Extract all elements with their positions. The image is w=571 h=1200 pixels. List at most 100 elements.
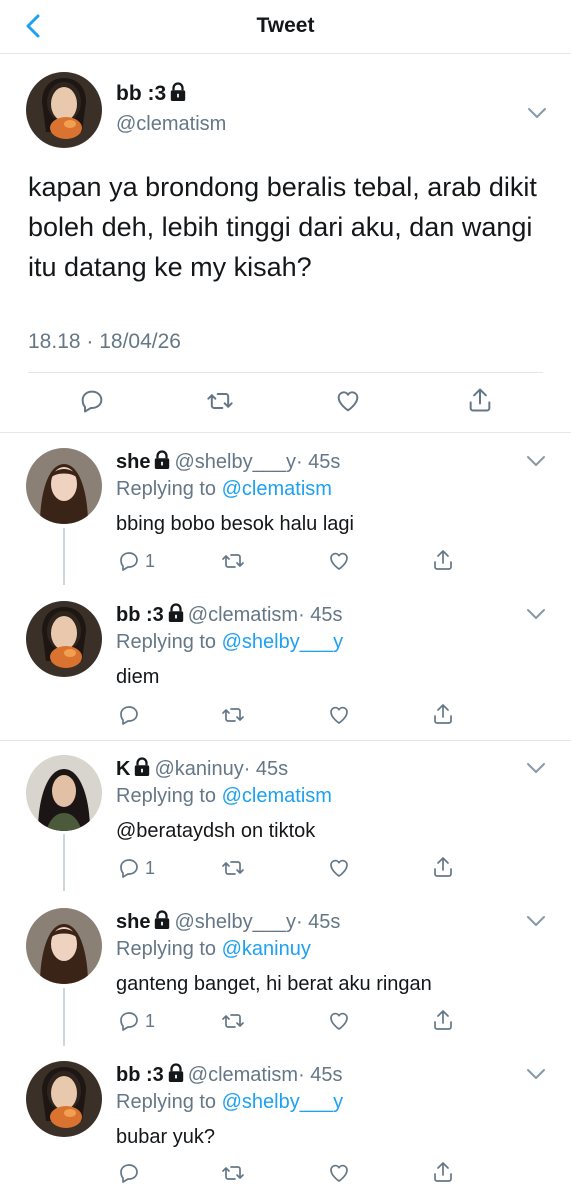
reply-button[interactable]: 1	[117, 856, 155, 880]
reply-tweet[interactable]: bb :3 @clematism· 45s Replying to @shelby…	[0, 1047, 571, 1200]
mention-link[interactable]: @clematism	[222, 785, 332, 807]
chevron-down-icon[interactable]	[526, 454, 546, 468]
like-button[interactable]	[326, 703, 352, 727]
retweet-button[interactable]	[219, 703, 247, 727]
avatar[interactable]	[26, 1061, 102, 1137]
reply-button[interactable]: 1	[117, 1009, 155, 1033]
tweet-text: diem	[116, 666, 160, 688]
tweet-timestamp[interactable]: 18.18 · 18/04/26	[28, 330, 181, 354]
retweet-icon	[219, 1161, 247, 1185]
retweet-icon	[219, 1009, 247, 1033]
chevron-down-icon[interactable]	[526, 1067, 546, 1081]
tweet-text: bbing bobo besok halu lagi	[116, 513, 354, 535]
reply-icon	[117, 1161, 141, 1185]
share-icon	[466, 386, 494, 414]
author-handle[interactable]: @clematism	[116, 113, 226, 136]
retweet-button[interactable]	[219, 549, 247, 573]
reply-button[interactable]	[117, 1161, 145, 1185]
reply-button[interactable]	[117, 703, 145, 727]
author-name[interactable]: bb :3	[116, 82, 190, 106]
reply-tweet[interactable]: she @shelby___y· 45s Replying to @clemati…	[0, 434, 571, 587]
reply-icon	[78, 387, 106, 415]
retweet-icon	[219, 549, 247, 573]
author-display-name[interactable]: bb :3	[116, 604, 164, 626]
avatar[interactable]	[26, 601, 102, 677]
avatar[interactable]	[26, 755, 102, 831]
author-handle[interactable]: @clematism	[188, 1064, 298, 1086]
mention-link[interactable]: @shelby___y	[222, 631, 343, 653]
retweet-button[interactable]	[219, 856, 247, 880]
tweet-text: bubar yuk?	[116, 1126, 215, 1148]
author-handle[interactable]: @clematism	[188, 604, 298, 626]
reply-header: she @shelby___y· 45s	[116, 450, 340, 474]
avatar[interactable]	[26, 72, 102, 148]
author-display-name[interactable]: bb :3	[116, 1064, 164, 1086]
share-button[interactable]	[431, 548, 455, 572]
reply-icon	[117, 549, 141, 573]
like-button[interactable]	[333, 387, 363, 415]
reply-tweet[interactable]: bb :3 @clematism· 45s Replying to @shelby…	[0, 587, 571, 739]
divider	[28, 372, 543, 373]
author-display-name[interactable]: bb :3	[116, 82, 166, 105]
lock-icon	[169, 82, 187, 102]
author-handle[interactable]: @shelby___y	[174, 911, 295, 933]
reply-button[interactable]	[78, 387, 106, 415]
reply-icon	[117, 856, 141, 880]
chevron-down-icon[interactable]	[526, 607, 546, 621]
replying-to: Replying to @clematism	[116, 478, 332, 501]
reply-button[interactable]: 1	[117, 549, 155, 573]
like-icon	[326, 1009, 352, 1033]
author-display-name[interactable]: she	[116, 451, 150, 473]
like-button[interactable]	[326, 1161, 352, 1185]
tweet-text: @berataydsh on tiktok	[116, 820, 316, 842]
reply-count: 1	[145, 1010, 156, 1031]
reply-header: she @shelby___y· 45s	[116, 910, 340, 934]
share-button[interactable]	[466, 386, 494, 414]
tweet-time: · 45s	[295, 451, 341, 473]
share-button[interactable]	[431, 855, 455, 879]
like-button[interactable]	[326, 549, 352, 573]
replying-label: Replying to	[116, 478, 217, 500]
reply-tweet[interactable]: she @shelby___y· 45s Replying to @kaninuy…	[0, 894, 571, 1047]
author-display-name[interactable]: K	[116, 758, 130, 780]
like-icon	[326, 1161, 352, 1185]
author-handle[interactable]: @shelby___y	[174, 451, 295, 473]
chevron-down-icon[interactable]	[527, 106, 547, 120]
reply-icon	[117, 1009, 141, 1033]
retweet-icon	[219, 856, 247, 880]
share-icon	[431, 702, 455, 726]
avatar[interactable]	[26, 908, 102, 984]
reply-header: K @kaninuy· 45s	[116, 757, 288, 781]
avatar[interactable]	[26, 448, 102, 524]
chevron-down-icon[interactable]	[526, 761, 546, 775]
mention-link[interactable]: @clematism	[222, 478, 332, 500]
reply-header: bb :3 @clematism· 45s	[116, 1063, 343, 1087]
lock-icon	[153, 450, 171, 470]
like-icon	[326, 856, 352, 880]
like-icon	[333, 387, 363, 415]
like-button[interactable]	[326, 856, 352, 880]
page-title: Tweet	[256, 14, 315, 37]
mention-link[interactable]: @kaninuy	[222, 938, 311, 960]
reply-header: bb :3 @clematism· 45s	[116, 603, 343, 627]
retweet-button[interactable]	[204, 387, 236, 415]
share-button[interactable]	[431, 1160, 455, 1184]
share-button[interactable]	[431, 1008, 455, 1032]
retweet-button[interactable]	[219, 1161, 247, 1185]
replying-label: Replying to	[116, 938, 217, 960]
top-bar: Tweet	[0, 0, 571, 54]
share-icon	[431, 548, 455, 572]
author-display-name[interactable]: she	[116, 911, 150, 933]
retweet-icon	[219, 703, 247, 727]
replying-to: Replying to @clematism	[116, 785, 332, 808]
mention-link[interactable]: @shelby___y	[222, 1091, 343, 1113]
lock-icon	[133, 757, 151, 777]
replying-label: Replying to	[116, 631, 217, 653]
chevron-down-icon[interactable]	[526, 914, 546, 928]
share-button[interactable]	[431, 702, 455, 726]
author-handle[interactable]: @kaninuy	[154, 758, 243, 780]
like-button[interactable]	[326, 1009, 352, 1033]
like-icon	[326, 703, 352, 727]
retweet-button[interactable]	[219, 1009, 247, 1033]
reply-tweet[interactable]: K @kaninuy· 45s Replying to @clematism @b…	[0, 741, 571, 894]
